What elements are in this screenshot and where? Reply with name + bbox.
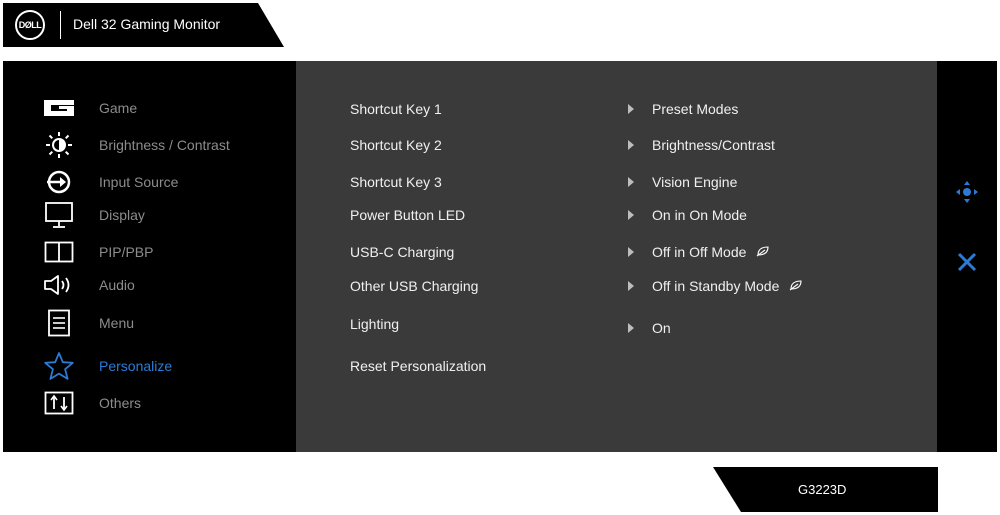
sidebar-item-pip-pbp[interactable]: PIP/PBP: [41, 238, 291, 266]
arrow-right-icon: [628, 140, 634, 150]
reset-personalization-label[interactable]: Reset Personalization: [350, 358, 486, 374]
pip-pbp-icon: [41, 238, 77, 266]
close-icon[interactable]: [957, 252, 977, 272]
arrow-right-icon: [628, 104, 634, 114]
control-rail: [937, 61, 997, 452]
shortcut-key-3-label[interactable]: Shortcut Key 3: [350, 174, 442, 190]
sidebar: Game Brightness / Contrast Input Source …: [3, 61, 296, 452]
sidebar-item-others[interactable]: Others: [41, 389, 291, 417]
brightness-icon: [41, 131, 77, 159]
dell-logo: DØLL: [15, 10, 45, 40]
usb-c-charging-value[interactable]: Off in Off Mode: [652, 244, 770, 260]
model-number: G3223D: [798, 482, 847, 497]
sidebar-item-label: Audio: [99, 277, 135, 293]
sidebar-item-display[interactable]: Display: [41, 201, 291, 229]
lighting-value[interactable]: On: [652, 320, 671, 336]
shortcut-key-2-label[interactable]: Shortcut Key 2: [350, 137, 442, 153]
other-usb-charging-value[interactable]: Off in Standby Mode: [652, 278, 803, 294]
display-icon: [41, 201, 77, 229]
row-value-text: Brightness/Contrast: [652, 137, 775, 153]
sidebar-item-game[interactable]: Game: [41, 94, 291, 122]
sidebar-item-label: Brightness / Contrast: [99, 137, 230, 153]
sidebar-item-label: Game: [99, 100, 138, 116]
lighting-label[interactable]: Lighting: [350, 316, 399, 332]
osd-menu: Game Brightness / Contrast Input Source …: [3, 61, 997, 452]
eco-leaf-icon: [756, 244, 770, 260]
menu-icon: [41, 309, 77, 337]
other-usb-charging-label[interactable]: Other USB Charging: [350, 278, 478, 294]
power-button-led-value[interactable]: On in On Mode: [652, 207, 747, 223]
eco-leaf-icon: [789, 278, 803, 294]
arrow-right-icon: [628, 210, 634, 220]
sidebar-item-label: Personalize: [99, 358, 173, 374]
arrow-right-icon: [628, 177, 634, 187]
star-icon: [41, 352, 77, 380]
shortcut-key-1-value[interactable]: Preset Modes: [652, 101, 738, 117]
speaker-icon: [41, 271, 77, 299]
sidebar-item-audio[interactable]: Audio: [41, 271, 291, 299]
sidebar-item-label: Display: [99, 207, 145, 223]
sidebar-item-menu[interactable]: Menu: [41, 309, 291, 337]
model-tab: G3223D: [713, 467, 938, 512]
sidebar-item-brightness-contrast[interactable]: Brightness / Contrast: [41, 131, 291, 159]
sidebar-item-label: Others: [99, 395, 142, 411]
row-value-text: Off in Off Mode: [652, 244, 747, 260]
sidebar-item-personalize[interactable]: Personalize: [41, 352, 291, 380]
row-value-text: Preset Modes: [652, 101, 739, 117]
usb-c-charging-label[interactable]: USB-C Charging: [350, 244, 454, 260]
game-icon: [41, 94, 77, 122]
arrow-right-icon: [628, 323, 634, 333]
row-value-text: Vision Engine: [652, 174, 738, 190]
navigate-icon[interactable]: [955, 180, 979, 204]
row-value-text: Off in Standby Mode: [652, 278, 780, 294]
title-separator: [60, 11, 61, 39]
arrow-right-icon: [628, 247, 634, 257]
row-value-text: On in On Mode: [652, 207, 747, 223]
arrow-right-icon: [628, 281, 634, 291]
shortcut-key-1-label[interactable]: Shortcut Key 1: [350, 101, 442, 117]
sidebar-item-label: Input Source: [99, 174, 179, 190]
monitor-title: Dell 32 Gaming Monitor: [73, 16, 221, 32]
sidebar-item-label: Menu: [99, 315, 135, 331]
sidebar-item-input-source[interactable]: Input Source: [41, 168, 291, 196]
title-bar: DØLL Dell 32 Gaming Monitor: [3, 3, 284, 47]
shortcut-key-2-value[interactable]: Brightness/Contrast: [652, 137, 775, 153]
row-value-text: On: [652, 320, 671, 336]
input-source-icon: [41, 168, 77, 196]
sidebar-item-label: PIP/PBP: [99, 244, 154, 260]
shortcut-key-3-value[interactable]: Vision Engine: [652, 174, 737, 190]
power-button-led-label[interactable]: Power Button LED: [350, 207, 465, 223]
personalize-panel: Shortcut Key 1 Preset Modes Shortcut Key…: [296, 61, 937, 452]
others-icon: [41, 389, 77, 417]
